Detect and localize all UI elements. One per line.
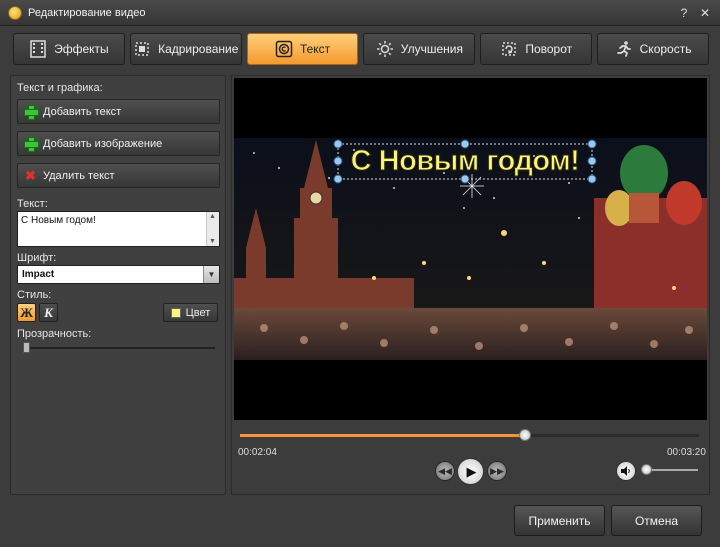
preview-overlay-text[interactable]: С Новым годом! bbox=[340, 142, 590, 180]
tab-rotate[interactable]: Поворот bbox=[480, 33, 593, 65]
video-frame bbox=[234, 78, 707, 420]
total-time: 00:03:20 bbox=[667, 447, 706, 458]
tab-label: Поворот bbox=[525, 42, 573, 56]
help-button[interactable]: ? bbox=[676, 5, 692, 21]
delete-text-label: Удалить текст bbox=[43, 169, 115, 182]
color-button[interactable]: Цвет bbox=[163, 303, 218, 322]
font-select[interactable]: Impact ▼ bbox=[17, 265, 220, 284]
font-label: Шрифт: bbox=[17, 252, 57, 264]
apply-button[interactable]: Применить bbox=[514, 505, 605, 536]
tab-enhance[interactable]: Улучшения bbox=[363, 33, 476, 65]
seek-bar[interactable] bbox=[240, 434, 699, 437]
running-man-icon bbox=[615, 40, 633, 58]
tab-label: Скорость bbox=[639, 42, 692, 56]
text-scrollbar[interactable]: ▲ ▼ bbox=[206, 212, 219, 246]
add-text-button[interactable]: Добавить текст bbox=[17, 99, 220, 124]
section-title: Текст и графика: bbox=[17, 82, 103, 94]
add-image-button[interactable]: Добавить изображение bbox=[17, 131, 220, 156]
tab-speed[interactable]: Скорость bbox=[597, 33, 709, 65]
scroll-down-icon[interactable]: ▼ bbox=[209, 238, 216, 245]
sun-icon bbox=[376, 40, 394, 58]
film-icon bbox=[29, 40, 47, 58]
play-button[interactable]: ▶ bbox=[457, 458, 484, 485]
volume-button[interactable] bbox=[616, 461, 636, 481]
style-label: Стиль: bbox=[17, 289, 52, 301]
volume-slider-handle[interactable] bbox=[640, 464, 652, 475]
window-title: Редактирование видео bbox=[28, 6, 146, 19]
cancel-button[interactable]: Отмена bbox=[611, 505, 702, 536]
fast-forward-icon: ▶▶ bbox=[490, 465, 504, 476]
add-image-label: Добавить изображение bbox=[43, 137, 163, 150]
tab-crop[interactable]: Кадрирование bbox=[129, 33, 242, 65]
scroll-up-icon[interactable]: ▲ bbox=[209, 213, 216, 220]
font-select-value: Impact bbox=[22, 269, 55, 280]
opacity-slider-handle[interactable] bbox=[23, 342, 30, 353]
crop-icon bbox=[133, 40, 151, 58]
delete-text-button[interactable]: ✖ Удалить текст bbox=[17, 163, 220, 188]
delete-x-icon: ✖ bbox=[25, 168, 36, 183]
seek-progress bbox=[240, 434, 525, 437]
italic-toggle-button[interactable]: К bbox=[39, 303, 58, 322]
rewind-icon: ◀◀ bbox=[438, 465, 452, 476]
tab-label: Текст bbox=[299, 42, 331, 56]
text-settings-panel: Текст и графика: Добавить текст Добавить… bbox=[10, 75, 226, 495]
rewind-button[interactable]: ◀◀ bbox=[435, 461, 455, 481]
tab-text[interactable]: Текст bbox=[246, 33, 359, 65]
video-preview[interactable]: С Новым годом! bbox=[234, 78, 707, 420]
color-button-label: Цвет bbox=[185, 306, 211, 319]
tab-effects[interactable]: Эффекты bbox=[13, 33, 125, 65]
app-logo-icon bbox=[8, 5, 22, 20]
play-icon: ▶ bbox=[466, 463, 477, 479]
text-input-value: С Новым годом! bbox=[21, 215, 96, 226]
close-button[interactable]: ✕ bbox=[697, 5, 713, 21]
tab-label: Эффекты bbox=[54, 42, 109, 56]
plus-icon bbox=[24, 105, 39, 120]
rotate-icon bbox=[500, 40, 518, 58]
tab-label: Улучшения bbox=[400, 42, 463, 56]
current-time: 00:02:04 bbox=[238, 447, 277, 458]
tab-bar: Эффекты Кадрирование Текст Улучшения Пов… bbox=[13, 33, 709, 67]
fast-forward-button[interactable]: ▶▶ bbox=[487, 461, 507, 481]
text-input[interactable]: С Новым годом! ▲ ▼ bbox=[17, 211, 220, 247]
add-text-label: Добавить текст bbox=[43, 105, 122, 118]
opacity-label: Прозрачность: bbox=[17, 328, 92, 340]
tab-label: Кадрирование bbox=[158, 42, 239, 56]
color-swatch bbox=[170, 307, 181, 318]
seek-handle[interactable] bbox=[518, 429, 531, 441]
text-label: Текст: bbox=[17, 198, 48, 210]
copyright-text-icon bbox=[275, 40, 293, 58]
plus-icon bbox=[24, 137, 39, 152]
bold-toggle-button[interactable]: Ж bbox=[17, 303, 36, 322]
speaker-icon bbox=[621, 466, 630, 476]
title-bar: Редактирование видео ? ✕ bbox=[0, 0, 720, 26]
chevron-down-icon[interactable]: ▼ bbox=[203, 266, 219, 283]
opacity-slider-track[interactable] bbox=[25, 347, 215, 349]
